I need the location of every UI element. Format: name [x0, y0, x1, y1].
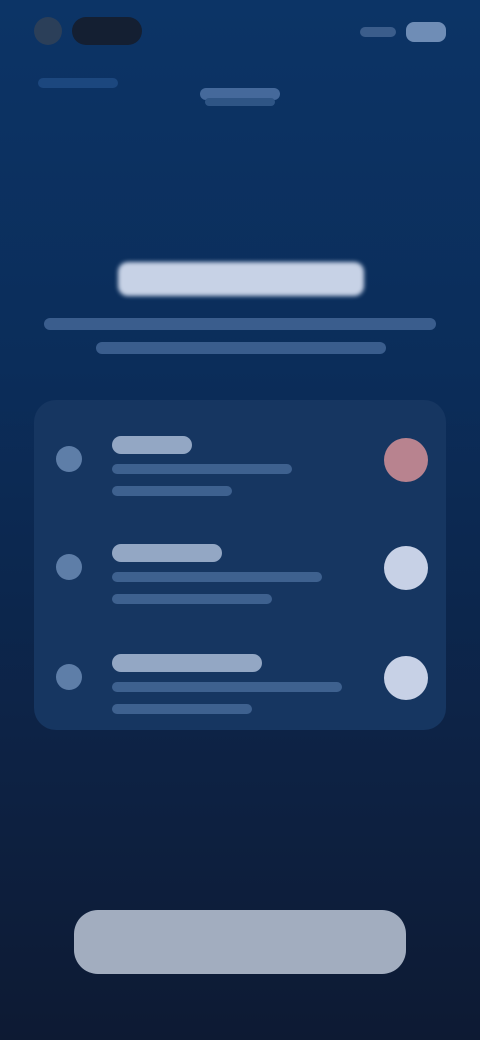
setting-description-line-2 [112, 486, 232, 496]
setting-description [112, 464, 292, 474]
toggle-icon[interactable] [384, 438, 428, 482]
setting-icon [56, 554, 82, 580]
avatar-icon [34, 17, 62, 45]
setting-title [112, 436, 192, 454]
status-left [34, 14, 142, 48]
setting-title [112, 544, 222, 562]
toggle-icon[interactable] [384, 546, 428, 590]
settings-row-2[interactable] [34, 518, 446, 618]
battery-icon [406, 22, 446, 42]
page-subtitle [205, 98, 275, 106]
setting-icon [56, 446, 82, 472]
settings-row-1[interactable] [34, 410, 446, 510]
pill-icon [72, 17, 142, 45]
hero-title [118, 262, 364, 296]
primary-button[interactable] [74, 910, 406, 974]
status-bar [0, 0, 480, 60]
setting-description [112, 572, 322, 582]
settings-row-3[interactable] [34, 628, 446, 728]
setting-description [112, 682, 342, 692]
setting-description-line-2 [112, 704, 252, 714]
setting-title [112, 654, 262, 672]
toggle-icon[interactable] [384, 656, 428, 700]
status-right [360, 22, 446, 42]
settings-card [34, 400, 446, 730]
hero-subtitle [44, 318, 436, 330]
back-link[interactable] [38, 78, 118, 88]
signal-icon [360, 27, 396, 37]
setting-description-line-2 [112, 594, 272, 604]
setting-icon [56, 664, 82, 690]
hero-subtitle-line-2 [96, 342, 386, 354]
